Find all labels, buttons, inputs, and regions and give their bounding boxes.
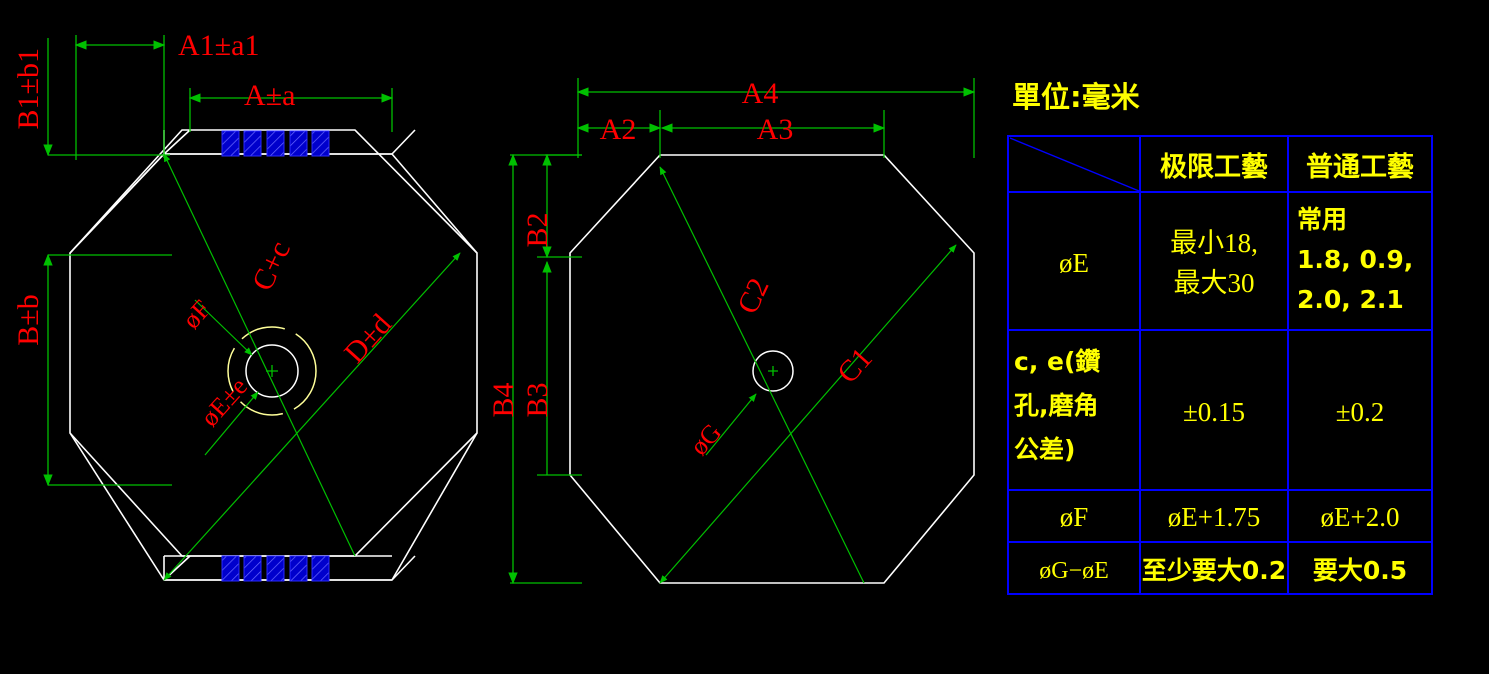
- table-row-label-ce-1: c, e(鑽: [1014, 347, 1100, 376]
- dim-label-Aa: A±a: [244, 79, 295, 112]
- technical-drawing-svg: A1±a1 A±a B1±b1 B±b C+c D±d øF øE±e A4 A…: [0, 0, 1489, 674]
- table-cell-phiF-normal: øE+2.0: [1321, 502, 1400, 532]
- left-view-hatch-bottom: [221, 555, 330, 582]
- dim-label-A3: A3: [757, 113, 794, 146]
- table-cell-phiE-normal-2: 1.8, 0.9,: [1297, 245, 1413, 274]
- left-view-hatch-top: [221, 130, 330, 157]
- dim-label-B3: B3: [521, 382, 554, 417]
- table-row-label-ce-2: 孔,磨角: [1014, 391, 1099, 420]
- table-cell-phiE-limit-2: 最大30: [1174, 268, 1255, 298]
- dim-label-A2: A2: [600, 113, 637, 146]
- dim-label-A1a1: A1±a1: [178, 29, 259, 62]
- drawing-canvas: A1±a1 A±a B1±b1 B±b C+c D±d øF øE±e A4 A…: [0, 0, 1489, 674]
- table-cell-phiE-limit-1: 最小18,: [1170, 228, 1258, 258]
- table-cell-phiF-limit: øE+1.75: [1168, 502, 1260, 532]
- table-col-header-normal: 普通工藝: [1306, 151, 1414, 183]
- table-cell-ce-limit: ±0.15: [1183, 397, 1245, 427]
- table-row-label-phiE: øE: [1059, 248, 1089, 278]
- unit-note: 單位:毫米: [1012, 80, 1140, 114]
- dim-label-B2: B2: [521, 212, 554, 247]
- dim-label-B1b1: B1±b1: [12, 48, 45, 129]
- table-cell-phiE-normal-3: 2.0, 2.1: [1297, 285, 1404, 314]
- table-row-label-phiG-phiE: øG−øE: [1039, 558, 1109, 584]
- table-row-label-ce-3: 公差): [1014, 435, 1075, 464]
- table-cell-ce-normal: ±0.2: [1336, 397, 1385, 427]
- table-col-header-limit: 极限工藝: [1160, 152, 1268, 183]
- table-cell-phiE-normal-1: 常用: [1297, 205, 1347, 234]
- table-row-label-phiF: øF: [1060, 502, 1089, 532]
- dim-label-Bb: B±b: [12, 294, 45, 345]
- table-cell-phiG-normal: 要大0.5: [1313, 556, 1407, 585]
- table-cell-phiG-limit: 至少要大0.2: [1142, 556, 1286, 585]
- dim-label-B4: B4: [487, 382, 520, 417]
- dim-label-A4: A4: [742, 77, 779, 110]
